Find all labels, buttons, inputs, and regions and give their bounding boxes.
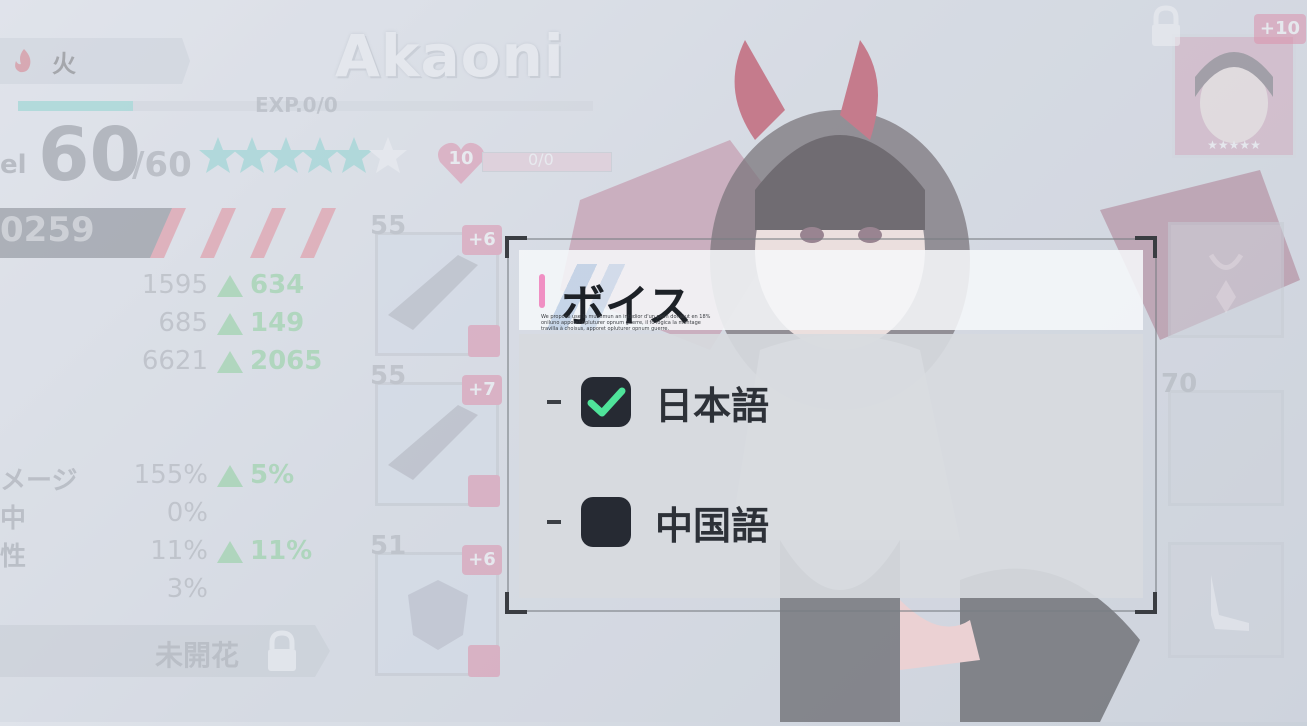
dialog-body: 日本語 中国語 — [519, 334, 1143, 598]
voice-language-dialog: ボイス We propose use la mustimun an intudi… — [505, 236, 1157, 614]
option-label: 日本語 — [655, 383, 770, 428]
bullet-dash — [547, 400, 561, 404]
checkmark-icon — [587, 387, 626, 417]
dialog-subtitle: We propose use la mustimun an intudior d… — [541, 314, 711, 332]
bullet-dash — [547, 520, 561, 524]
option-japanese[interactable]: 日本語 — [547, 372, 769, 432]
dialog-header: ボイス We propose use la mustimun an intudi… — [519, 250, 1143, 332]
option-label: 中国語 — [655, 503, 770, 548]
checkbox-chinese[interactable] — [581, 497, 631, 547]
checkbox-japanese[interactable] — [581, 377, 631, 427]
title-accent — [539, 274, 545, 308]
option-chinese[interactable]: 中国語 — [547, 492, 769, 552]
